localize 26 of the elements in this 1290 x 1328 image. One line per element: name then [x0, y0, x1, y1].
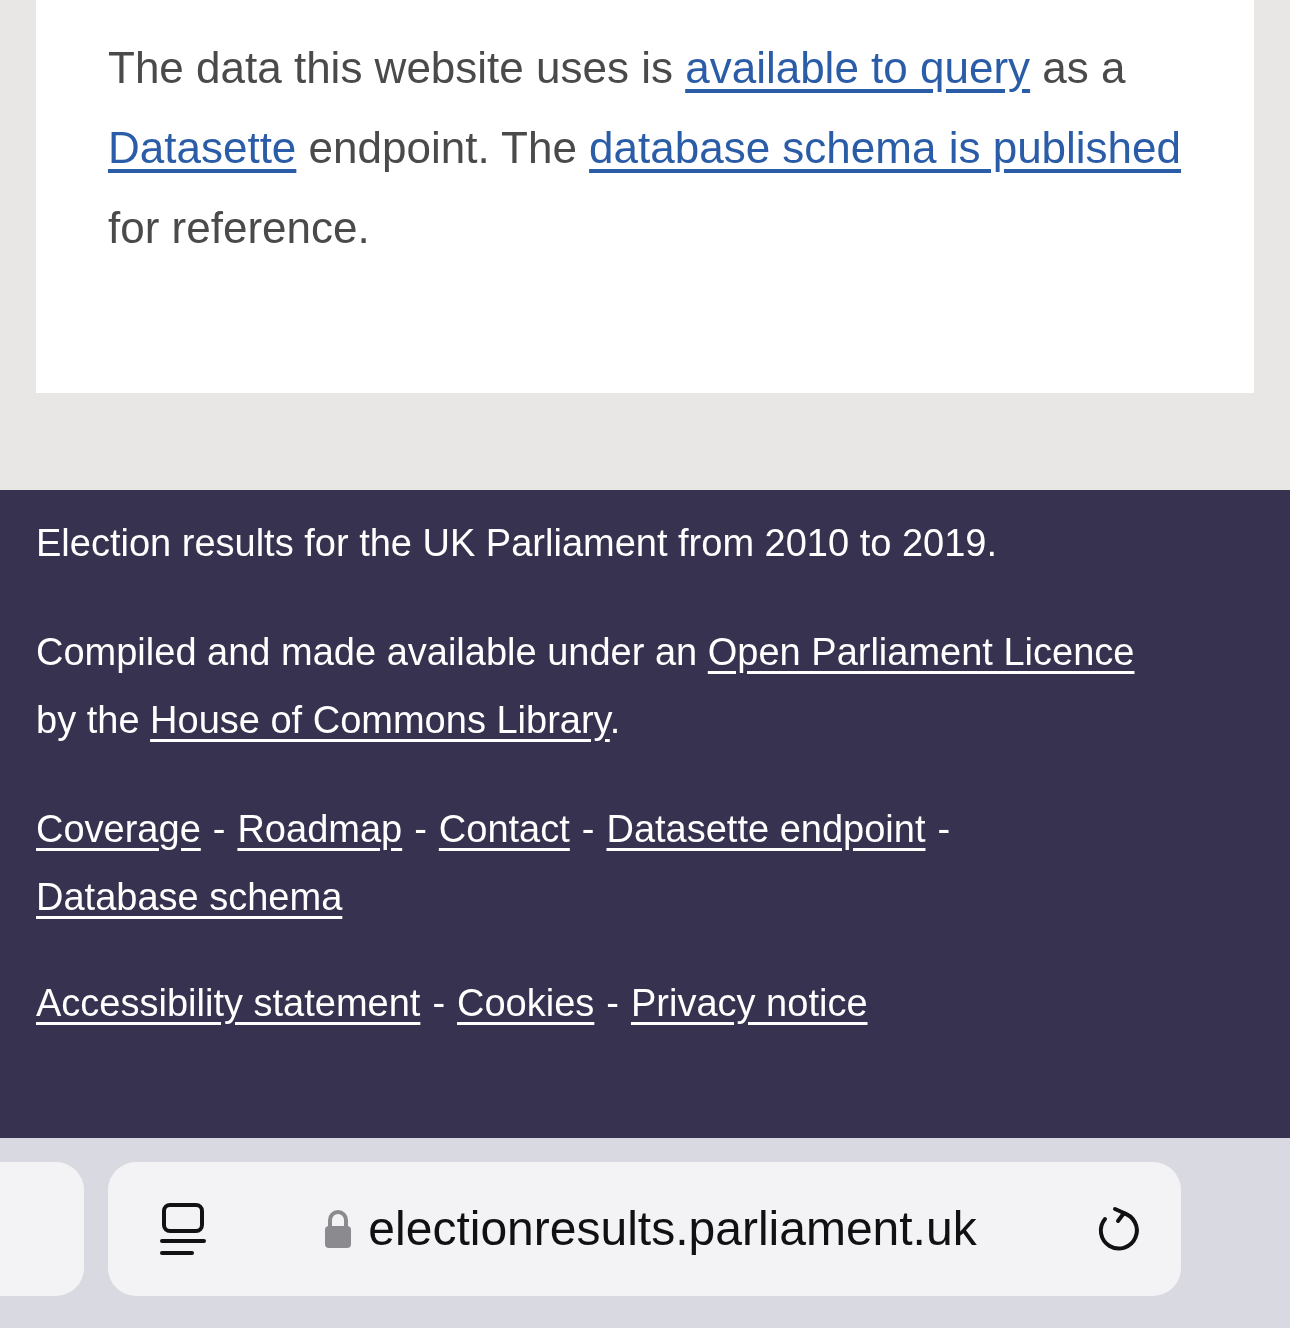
separator-text: - — [936, 807, 952, 852]
footer-link[interactable]: Cookies — [457, 972, 595, 1034]
licence-paragraph: Compiled and made available under an Open Parliament Licence by the House of Commons Library. — [36, 630, 1136, 743]
text-link[interactable]: Datasette — [108, 123, 297, 172]
text-link[interactable]: Open Parliament Licence — [707, 631, 1135, 673]
separator-text: - — [431, 981, 447, 1026]
footer-link[interactable]: Coverage — [36, 798, 201, 860]
separator-text: - — [580, 807, 596, 852]
address-bar[interactable]: electionresults.parliament.uk — [108, 1162, 1181, 1296]
lock-icon — [324, 1209, 353, 1249]
footer-link[interactable]: Database schema — [36, 866, 343, 928]
text-link[interactable]: database schema is published — [589, 123, 1182, 172]
info-paragraph: The data this website uses is available to query as a Datasette endpoint. The database schema is published for reference. — [108, 42, 1183, 254]
footer-link[interactable]: Privacy notice — [631, 972, 868, 1034]
text-link[interactable]: available to query — [685, 43, 1031, 92]
footer-link[interactable]: Datasette endpoint — [606, 798, 926, 860]
separator-text: - — [605, 981, 620, 1026]
url-text: electionresults.parliament.uk — [368, 1201, 977, 1257]
text-link[interactable]: House of Commons Library — [150, 699, 610, 741]
footer-link[interactable]: Contact — [438, 798, 570, 860]
footer-link[interactable]: Roadmap — [237, 798, 403, 860]
footer-link[interactable]: Accessibility statement — [36, 972, 421, 1034]
separator-text: - — [211, 807, 227, 852]
tabs-icon[interactable] — [158, 1201, 208, 1257]
separator-text: - — [413, 807, 428, 852]
footer-summary: Election results for the UK Parliament from 2010 to 2019. — [36, 521, 999, 566]
